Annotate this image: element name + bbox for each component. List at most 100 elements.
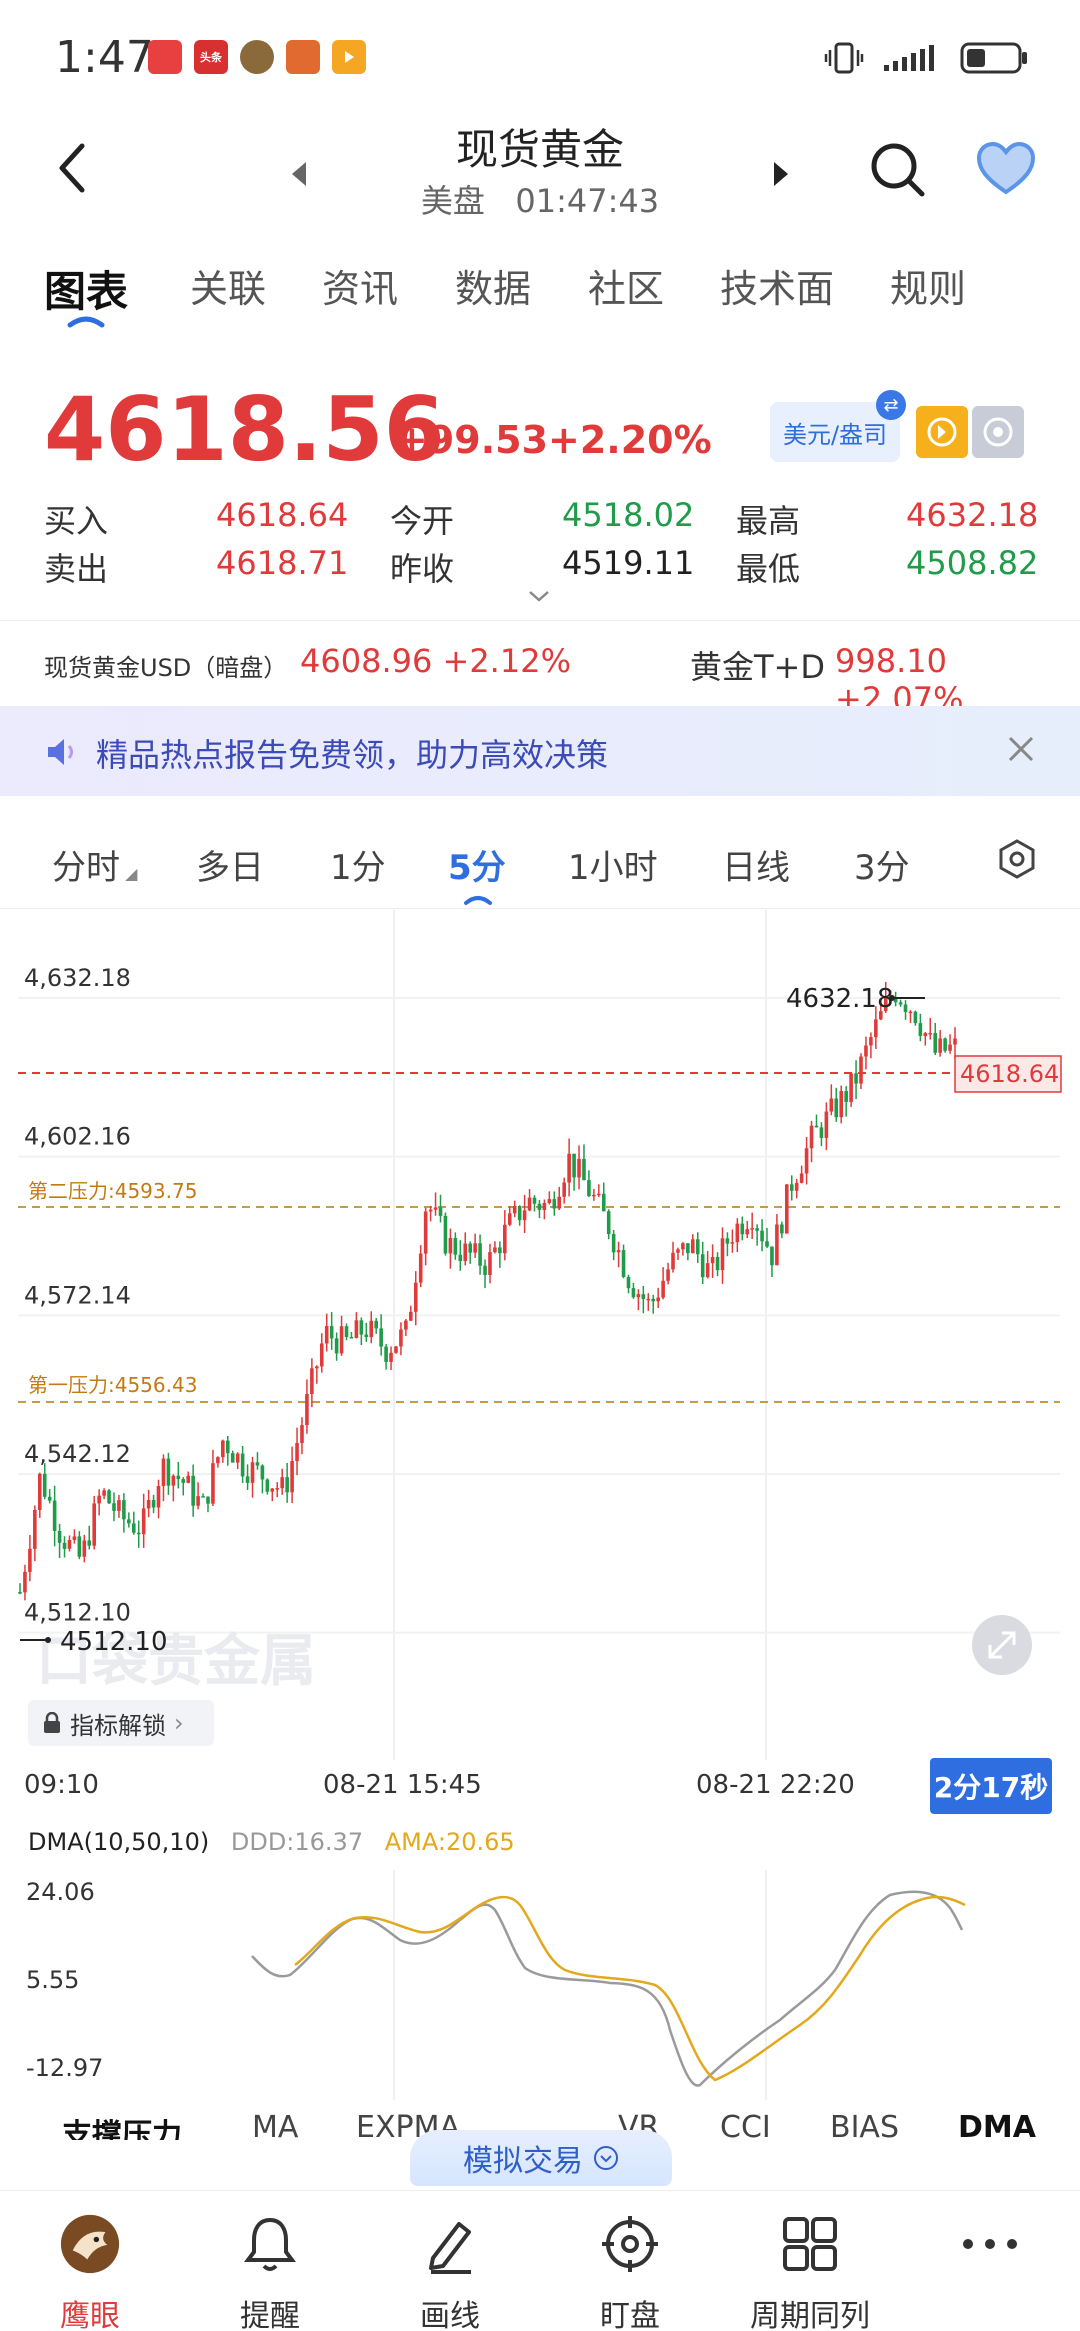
- lock-icon: [44, 1712, 60, 1733]
- period-tab-1hour[interactable]: 1小时: [568, 840, 658, 889]
- candle-body: [691, 1239, 695, 1254]
- vibrate-icon: [824, 42, 864, 74]
- candle-body: [562, 1182, 566, 1197]
- related-quotes-row: 现货黄金USD（暗盘） 4608.96 +2.12% 黄金T+D 998.10 …: [0, 622, 1080, 718]
- candle-body: [844, 1091, 848, 1102]
- tab-data[interactable]: 数据: [455, 258, 531, 313]
- candle-body: [631, 1288, 636, 1298]
- period-tab-1min[interactable]: 1分: [330, 840, 386, 889]
- candle-body: [211, 1463, 215, 1504]
- candle-body: [745, 1229, 750, 1235]
- candle-body: [859, 1056, 863, 1084]
- low-label: 最低: [736, 550, 801, 588]
- banner-close-button[interactable]: [1004, 732, 1038, 770]
- status-bar: 1:47 头条: [0, 0, 1080, 120]
- dma-y-tick: -12.97: [26, 2054, 103, 2082]
- candle-body: [131, 1523, 136, 1533]
- tab-chart[interactable]: 图表: [44, 258, 128, 319]
- indicator-tab-support[interactable]: 支撑压力: [62, 2110, 182, 2140]
- indicator-tab-ma[interactable]: MA: [252, 2110, 298, 2140]
- candle-body: [765, 1241, 769, 1247]
- candle-body: [151, 1499, 156, 1508]
- candle-body: [468, 1243, 472, 1253]
- dark-pool-value[interactable]: 4608.96 +2.12%: [300, 642, 571, 680]
- next-instrument-button[interactable]: [770, 160, 792, 192]
- triangle-right-icon: [774, 162, 788, 186]
- indicator-tab-cci[interactable]: CCI: [720, 2110, 771, 2140]
- candle-body: [42, 1473, 47, 1497]
- current-price: 4618.56: [44, 378, 445, 481]
- candle-body: [235, 1453, 240, 1463]
- chart-tool-button[interactable]: [972, 406, 1024, 458]
- candle-body: [725, 1238, 730, 1244]
- tab-technical[interactable]: 技术面: [720, 258, 834, 313]
- dark-pool-label[interactable]: 现货黄金USD（暗盘）: [44, 648, 287, 683]
- tab-rules[interactable]: 规则: [890, 258, 966, 313]
- candle-body: [849, 1073, 853, 1102]
- prev-close-value: 4519.11: [562, 544, 695, 582]
- price-chart[interactable]: 4,632.18 4,602.16 4,572.14 4,542.12 4,512.10…: [0, 910, 1080, 1790]
- period-tab-daily[interactable]: 日线: [722, 840, 790, 889]
- price-change: +99.53: [396, 418, 549, 462]
- replay-button[interactable]: [916, 406, 968, 458]
- candle-body: [606, 1211, 611, 1235]
- simulated-trade-button[interactable]: 模拟交易: [410, 2130, 672, 2186]
- notification-icons: 头条: [148, 40, 366, 74]
- tab-community[interactable]: 社区: [588, 258, 664, 313]
- grid-icon: [780, 2209, 840, 2279]
- candle-body: [136, 1532, 141, 1535]
- favorite-button[interactable]: [975, 140, 1037, 200]
- candle-body: [834, 1098, 839, 1118]
- candle-body: [344, 1326, 349, 1338]
- open-value: 4518.02: [562, 496, 695, 534]
- candle-body: [117, 1500, 121, 1511]
- eagle-icon: [60, 2209, 120, 2279]
- period-tab-intraday[interactable]: 分时 ◢: [52, 840, 137, 889]
- candle-body: [824, 1111, 829, 1138]
- tab-related[interactable]: 关联: [190, 258, 266, 313]
- pencil-icon: [420, 2209, 480, 2279]
- candle-body: [933, 1032, 938, 1053]
- replay-icon: [927, 417, 957, 447]
- candle-body: [814, 1125, 819, 1128]
- expand-quote-button[interactable]: [527, 588, 551, 607]
- candle-body: [18, 1592, 22, 1594]
- candle-body: [898, 1002, 903, 1005]
- candle-body: [92, 1503, 97, 1546]
- dma-header[interactable]: DMA(10,50,10) DDD:16.37 AMA:20.65: [28, 1828, 515, 1856]
- candle-body: [735, 1223, 740, 1243]
- candle-body: [567, 1153, 571, 1183]
- system-status-icons: [824, 40, 1030, 76]
- dma-ddd-line: [251, 1890, 964, 2087]
- candle-body: [938, 1038, 942, 1053]
- candle-body: [448, 1237, 453, 1254]
- chart-settings-button[interactable]: [996, 838, 1038, 884]
- candle-body: [315, 1366, 319, 1369]
- candle-body: [141, 1508, 146, 1535]
- candle-body: [255, 1462, 260, 1466]
- candle-body: [329, 1326, 334, 1339]
- indicator-tab-dma[interactable]: DMA: [958, 2110, 1036, 2140]
- y-tick-label: 4,632.18: [24, 964, 131, 992]
- tab-news[interactable]: 资讯: [322, 258, 398, 313]
- candle-body: [705, 1263, 710, 1278]
- search-button[interactable]: [868, 140, 928, 204]
- candle-body: [270, 1488, 275, 1492]
- time-label: 09:10: [24, 1770, 99, 1800]
- low-marker: 4512.10: [60, 1627, 168, 1657]
- period-tab-multiday[interactable]: 多日: [196, 840, 264, 889]
- speaker-icon: [44, 734, 80, 774]
- candlestick-chart[interactable]: 4,632.18 4,602.16 4,572.14 4,542.12 4,512.10…: [0, 910, 1080, 1790]
- indicator-tab-bias[interactable]: BIAS: [830, 2110, 899, 2140]
- candle-body: [191, 1475, 195, 1506]
- candle-body: [196, 1496, 200, 1506]
- period-tab-3min[interactable]: 3分: [854, 840, 910, 889]
- indicator-unlock-button[interactable]: 指标解锁 ›: [28, 1700, 214, 1746]
- candle-body: [176, 1475, 181, 1480]
- promo-banner[interactable]: 精品热点报告免费领，助力高效决策: [0, 706, 1080, 796]
- candle-body: [423, 1211, 428, 1254]
- candle-body: [349, 1337, 354, 1339]
- y-tick-label: 4,542.12: [24, 1440, 131, 1468]
- gold-td-label[interactable]: 黄金T+D: [690, 642, 825, 688]
- period-tab-5min[interactable]: 5分: [448, 840, 506, 889]
